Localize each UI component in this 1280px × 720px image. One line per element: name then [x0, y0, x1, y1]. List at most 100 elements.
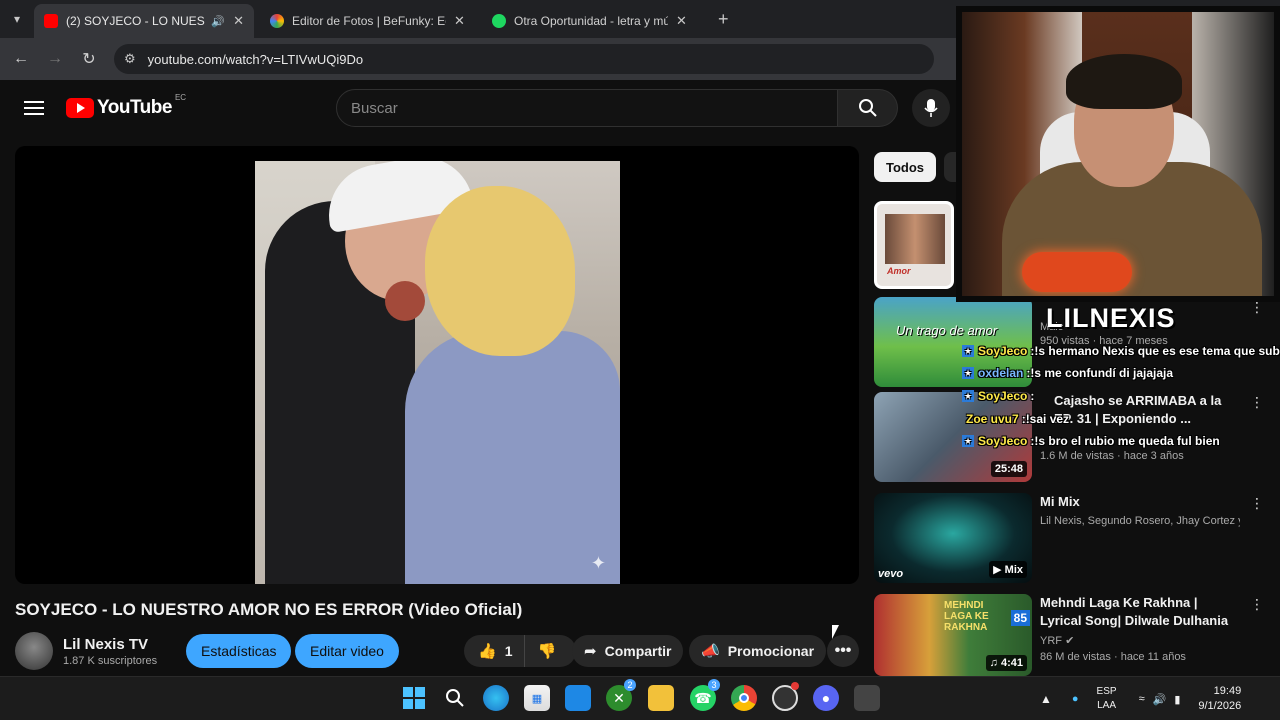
close-tab-icon[interactable]: ✕ [676, 13, 687, 29]
share-icon: ➦ [584, 643, 597, 660]
close-tab-icon[interactable]: ✕ [454, 13, 465, 29]
rec-thumbnail[interactable]: MEHNDI LAGA KE RAKHNA 85 ♫ 4:41 [874, 594, 1032, 676]
chrome-icon[interactable] [731, 685, 757, 711]
rec-mix-badge: ▶ Mix [989, 561, 1027, 578]
recommendation-item[interactable]: MEHNDI LAGA KE RAKHNA 85 ♫ 4:41 Mehndi L… [874, 594, 1274, 676]
share-button[interactable]: ➦ Compartir [572, 635, 684, 667]
site-settings-icon[interactable]: ⚙ [124, 51, 136, 67]
rec-title: Cajasho se ARRIMABA a la EP. 31 | Exponi… [1054, 393, 1222, 426]
chip-all[interactable]: Todos [874, 152, 937, 182]
rec-duration: ♫ 4:41 [985, 655, 1027, 671]
stats-button[interactable]: Estadísticas [186, 634, 292, 668]
clock[interactable]: 19:49 9/1/2026 [1198, 684, 1241, 714]
speaker-icon[interactable]: 🔊 [211, 15, 225, 28]
rec-thumb-text: MEHNDI LAGA KE RAKHNA [944, 600, 989, 633]
search-button[interactable] [838, 89, 898, 127]
rec-thumbnail[interactable]: Amor [874, 201, 954, 289]
thumbs-up-icon: 👍 [478, 643, 497, 660]
chat-message: ★ SoyJeco: !s bro el rubio me queda ful … [962, 434, 1220, 448]
chat-message: Zoe uvu7: !sai vez [966, 412, 1070, 426]
url-text: youtube.com/watch?v=LTIVwUQi9Do [147, 51, 364, 67]
person-right [405, 331, 620, 584]
rec-channel: YRF ✔ [1040, 635, 1075, 647]
wifi-icon[interactable]: ≈ [1139, 693, 1145, 705]
rec-badge: 85 [1010, 610, 1030, 626]
video-player[interactable]: ✦ [15, 146, 859, 584]
browser-tab-befunky[interactable]: Editor de Fotos | BeFunky: Edita ✕ [260, 4, 482, 38]
video-frame: ✦ [255, 161, 620, 584]
edge-icon[interactable] [483, 685, 509, 711]
chat-message: ★ oxdelan: !s me confundí di jajajaja [962, 366, 1174, 380]
chevron-up-icon[interactable]: ▲ [1040, 692, 1052, 706]
notepad-icon[interactable] [565, 685, 591, 711]
like-dislike-group: 👍 1 👎 [464, 635, 576, 667]
more-actions-button[interactable]: ••• [827, 635, 859, 667]
rec-duration: 25:48 [990, 461, 1027, 477]
promote-button[interactable]: 📣 Promocionar [689, 635, 827, 667]
vevo-logo: vevo [878, 568, 904, 580]
chat-message: ★ SoyJeco: [962, 389, 1035, 403]
windows-taskbar: ▦ ✕ 2 ☎ 3 ● ▲ ● ESP LAA ≈ 🔊 ▮ 19:49 9/1/20… [0, 676, 1280, 720]
youtube-logo[interactable]: YouTube EC [66, 93, 186, 119]
obs-icon[interactable] [772, 682, 799, 711]
more-vertical-icon[interactable]: ⋮ [1250, 394, 1264, 411]
channel-avatar[interactable] [15, 632, 53, 670]
recording-dot [791, 682, 799, 690]
youtube-icon [44, 14, 58, 28]
megaphone-icon: 📣 [701, 643, 720, 660]
battery-icon[interactable]: ▮ [1174, 693, 1180, 706]
volume-icon[interactable]: 🔊 [1153, 693, 1167, 706]
browser-tab-youtube[interactable]: (2) SOYJECO - LO NUESTRO 🔊 ✕ [34, 4, 254, 38]
whatsapp-icon[interactable]: ☎ 3 [690, 679, 720, 711]
store-icon[interactable]: ▦ [524, 685, 550, 711]
rec-views: 1.6 M de vistas · hace 3 años [1040, 450, 1184, 462]
dislike-button[interactable]: 👎 [525, 642, 568, 660]
webcam-overlay [956, 6, 1280, 302]
more-vertical-icon[interactable]: ⋮ [1250, 596, 1264, 613]
mouse-cursor-icon [832, 625, 839, 639]
app-window-icon[interactable] [854, 685, 880, 711]
streamer-name: LILNEXIS [1046, 303, 1176, 333]
more-vertical-icon[interactable]: ⋮ [1250, 495, 1264, 512]
xbox-icon[interactable]: ✕ 2 [606, 679, 636, 711]
befunky-icon [270, 14, 284, 28]
chat-badge-icon: ★ [962, 435, 974, 447]
search-icon [858, 99, 877, 117]
share-label: Compartir [604, 643, 672, 659]
reload-icon[interactable]: ↻ [72, 49, 106, 69]
forward-arrow-icon[interactable]: → [38, 50, 72, 68]
windows-start-icon[interactable] [401, 685, 427, 711]
language-indicator[interactable]: ESP LAA [1097, 685, 1117, 713]
menu-hamburger-icon[interactable] [24, 101, 44, 115]
tab-search-chevron-icon[interactable]: ▾ [0, 0, 34, 38]
channel-name[interactable]: Lil Nexis TV [63, 636, 157, 653]
system-tray: ▲ ● ESP LAA ≈ 🔊 ▮ 19:49 9/1/2026 [1040, 677, 1241, 720]
voice-search-button[interactable] [912, 89, 950, 127]
search-input[interactable] [337, 90, 837, 126]
microphone-icon [924, 99, 938, 117]
new-tab-button[interactable]: + [718, 9, 729, 30]
chat-badge-icon: ★ [962, 390, 974, 402]
recommendation-item[interactable]: vevo ▶ Mix Mi Mix Lil Nexis, Segundo Ros… [874, 493, 1274, 583]
search-icon[interactable] [442, 685, 468, 711]
url-field[interactable]: ⚙ youtube.com/watch?v=LTIVwUQi9Do [114, 44, 934, 74]
close-tab-icon[interactable]: ✕ [233, 13, 244, 29]
rec-thumb-text: Un trago de amor [896, 323, 998, 338]
file-explorer-icon[interactable] [648, 685, 674, 711]
rec-thumbnail[interactable]: vevo ▶ Mix [874, 493, 1032, 583]
spotify-icon [492, 14, 506, 28]
discord-icon[interactable]: ● [813, 685, 839, 711]
back-arrow-icon[interactable]: ← [4, 50, 38, 68]
promote-label: Promocionar [727, 643, 815, 659]
like-button[interactable]: 👍 1 [464, 635, 526, 667]
tab-title: Editor de Fotos | BeFunky: Edita [292, 14, 446, 28]
streamer-microphone [1022, 252, 1132, 292]
microphone-tray-icon[interactable]: ● [1072, 693, 1079, 705]
video-owner-row: Lil Nexis TV 1.87 K suscriptores Estadís… [15, 632, 860, 670]
webcam-feed [962, 12, 1274, 296]
sparkle-icon: ✦ [590, 553, 606, 573]
like-count: 1 [504, 643, 513, 659]
browser-tab-spotify[interactable]: Otra Oportunidad - letra y músi ✕ [482, 4, 704, 38]
subscriber-count: 1.87 K suscriptores [63, 654, 158, 667]
edit-video-button[interactable]: Editar video [295, 634, 399, 668]
